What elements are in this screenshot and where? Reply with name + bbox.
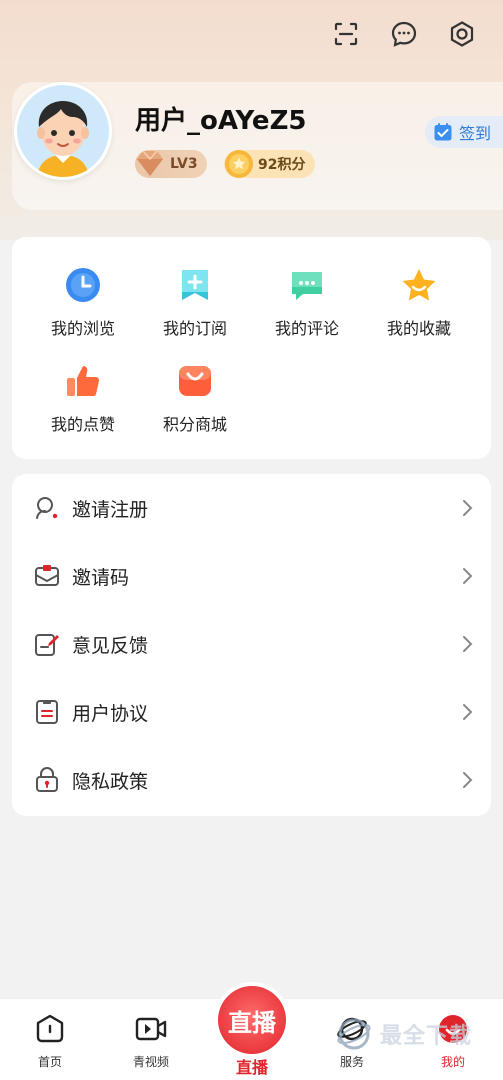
grid-item-comments[interactable]: 我的评论 bbox=[252, 267, 362, 347]
tab-label: 我的 bbox=[440, 1055, 465, 1069]
tab-label: 服务 bbox=[339, 1055, 364, 1069]
chevron-right-icon bbox=[463, 704, 473, 720]
grid-label: 我的浏览 bbox=[50, 319, 115, 338]
tab-home[interactable]: 首页 bbox=[15, 1013, 85, 1070]
menu-list-card: 邀请注册 邀请码 意见反馈 用户协议 隐私政策 bbox=[12, 474, 491, 816]
level-text: LV3 bbox=[170, 156, 198, 172]
grid-item-subscriptions[interactable]: 我的订阅 bbox=[140, 267, 250, 347]
star-icon bbox=[401, 267, 437, 303]
tab-label: 青视频 bbox=[132, 1055, 169, 1069]
menu-label: 邀请注册 bbox=[72, 498, 149, 521]
calendar-check-icon bbox=[434, 123, 452, 141]
level-badge[interactable]: LV3 bbox=[135, 150, 207, 178]
shopping-bag-icon bbox=[177, 363, 213, 399]
chevron-right-icon bbox=[463, 772, 473, 788]
quick-actions-card: 我的浏览 我的订阅 我的评论 我的收藏 我的点赞 积分商城 bbox=[12, 237, 491, 459]
tab-live-label: 直播 bbox=[235, 1058, 268, 1077]
grid-item-points-mall[interactable]: 积分商城 bbox=[140, 363, 250, 443]
chevron-right-icon bbox=[463, 636, 473, 652]
tab-live[interactable]: 直播 bbox=[214, 982, 290, 1058]
home-icon bbox=[36, 1014, 64, 1043]
grid-item-favorites[interactable]: 我的收藏 bbox=[364, 267, 474, 347]
menu-label: 用户协议 bbox=[72, 702, 149, 725]
grid-label: 我的点赞 bbox=[50, 415, 115, 434]
comment-icon bbox=[289, 267, 325, 303]
video-icon bbox=[135, 1017, 167, 1041]
subscribe-icon bbox=[177, 267, 213, 303]
grid-label: 积分商城 bbox=[162, 415, 227, 434]
menu-item-user-agreement[interactable]: 用户协议 bbox=[12, 678, 491, 746]
avatar[interactable] bbox=[14, 82, 112, 180]
grid-item-history[interactable]: 我的浏览 bbox=[28, 267, 138, 347]
menu-label: 邀请码 bbox=[72, 566, 130, 589]
grid-label: 我的收藏 bbox=[386, 319, 451, 338]
grid-item-likes[interactable]: 我的点赞 bbox=[28, 363, 138, 443]
chevron-right-icon bbox=[463, 500, 473, 516]
tab-video[interactable]: 青视频 bbox=[116, 1013, 186, 1070]
coin-icon bbox=[225, 150, 253, 178]
menu-label: 隐私政策 bbox=[72, 770, 149, 793]
menu-label: 意见反馈 bbox=[72, 634, 149, 657]
lock-icon bbox=[36, 767, 58, 792]
tab-label: 首页 bbox=[37, 1055, 62, 1069]
menu-item-invite-register[interactable]: 邀请注册 bbox=[12, 474, 491, 542]
watermark: 最全下载 bbox=[336, 1014, 486, 1054]
document-icon bbox=[36, 700, 58, 724]
menu-item-privacy-policy[interactable]: 隐私政策 bbox=[12, 746, 491, 814]
signin-button[interactable]: 签到 bbox=[425, 116, 503, 148]
menu-item-invite-code[interactable]: 邀请码 bbox=[12, 542, 491, 610]
points-badge[interactable]: 92积分 bbox=[224, 150, 315, 178]
settings-icon[interactable] bbox=[446, 18, 478, 50]
scan-icon[interactable] bbox=[330, 18, 362, 50]
live-icon: 直播 bbox=[218, 986, 286, 1054]
chevron-right-icon bbox=[463, 568, 473, 584]
points-text: 92积分 bbox=[258, 157, 306, 173]
history-clock-icon bbox=[65, 267, 101, 303]
grid-label: 我的订阅 bbox=[162, 319, 227, 338]
menu-item-feedback[interactable]: 意见反馈 bbox=[12, 610, 491, 678]
signin-label: 签到 bbox=[459, 124, 492, 143]
watermark-logo-icon bbox=[337, 1018, 371, 1050]
grid-label: 我的评论 bbox=[274, 319, 339, 338]
message-icon[interactable] bbox=[388, 18, 420, 50]
envelope-icon bbox=[35, 565, 59, 586]
invite-user-icon bbox=[36, 497, 58, 519]
feedback-edit-icon bbox=[35, 634, 59, 656]
watermark-text: 最全下载 bbox=[380, 1024, 473, 1049]
username: 用户_oAYeZ5 bbox=[135, 106, 307, 136]
diamond-icon bbox=[137, 150, 163, 176]
thumbs-up-icon bbox=[65, 363, 101, 399]
